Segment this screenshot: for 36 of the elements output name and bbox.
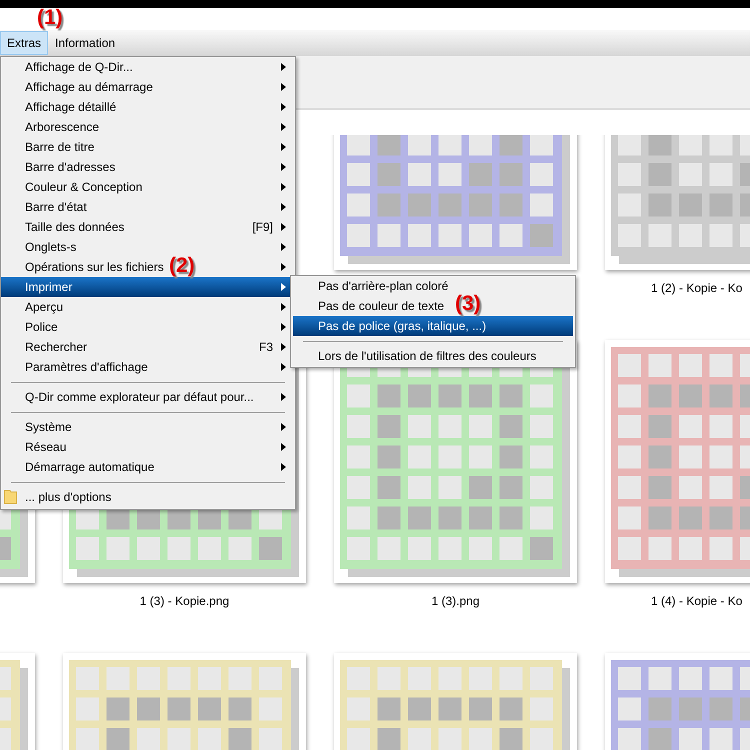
- menu-item[interactable]: Barre d'adresses: [25, 160, 116, 174]
- menu-item[interactable]: Démarrage automatique: [25, 460, 154, 474]
- menu-item[interactable]: Opérations sur les fichiers: [25, 260, 164, 274]
- step-number-label: (1): [37, 6, 63, 30]
- menu-item[interactable]: Système: [25, 420, 72, 434]
- menu-item[interactable]: Couleur & Conception: [25, 180, 142, 194]
- menu-item[interactable]: Onglets-s: [25, 240, 76, 254]
- menu-item[interactable]: Affichage au démarrage: [25, 80, 153, 94]
- menu-item[interactable]: Affichage détaillé: [25, 100, 116, 114]
- menu-bar-item[interactable]: Information: [48, 31, 122, 55]
- menu-item[interactable]: Pas de police (gras, italique, ...): [293, 316, 573, 336]
- menu-item[interactable]: Lors de l'utilisation de filtres des couleurs: [318, 349, 536, 363]
- file-name: 1 (3) - Kopie.png: [138, 593, 230, 610]
- menu-item[interactable]: Rechercher: [25, 340, 88, 354]
- menu-item[interactable]: Police: [25, 320, 58, 334]
- menu-item[interactable]: Q-Dir comme explorateur par défaut pour...: [25, 390, 254, 404]
- menu-item[interactable]: Barre de titre: [25, 140, 94, 154]
- file-name: 1 (2) - Kopie - Ko: [650, 280, 744, 297]
- step-number-label: (3): [455, 292, 481, 316]
- menu-item[interactable]: Taille des données: [25, 220, 124, 234]
- menu-item[interactable]: Aperçu: [25, 300, 64, 314]
- folder-icon: [4, 490, 17, 504]
- menu-item[interactable]: ... plus d'options: [25, 490, 112, 504]
- menu-item[interactable]: Pas d'arrière-plan coloré: [318, 279, 448, 293]
- menu-item[interactable]: Affichage de Q-Dir...: [25, 60, 133, 74]
- file-name: 1 (4) - Kopie - Ko: [650, 593, 744, 610]
- step-number-label: (2): [169, 254, 195, 278]
- menu-item[interactable]: Barre d'état: [25, 200, 87, 214]
- menu-item[interactable]: Pas de couleur de texte: [318, 299, 444, 313]
- shortcut-text: [F9]: [252, 220, 273, 234]
- menu-item[interactable]: Paramètres d'affichage: [25, 360, 148, 374]
- menu-bar-item[interactable]: Extras: [0, 31, 48, 55]
- menu-item[interactable]: Arborescence: [25, 120, 100, 134]
- menu-item[interactable]: Réseau: [25, 440, 66, 454]
- shortcut-text: F3: [258, 340, 273, 354]
- file-name: 1 (3).png: [430, 593, 481, 610]
